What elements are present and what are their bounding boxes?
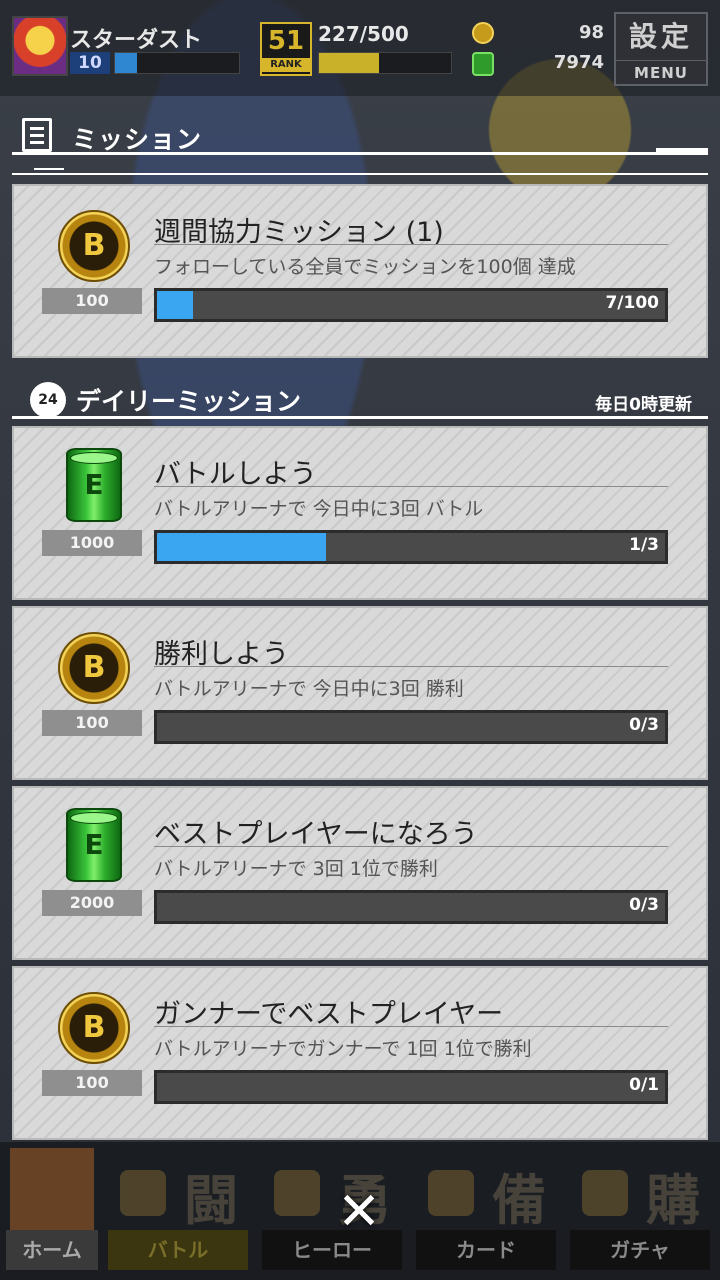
coin-icon xyxy=(472,22,494,44)
divider xyxy=(12,416,708,419)
title-underline xyxy=(154,846,668,847)
divider xyxy=(12,173,708,175)
mission-progress-bar: 0/3 xyxy=(154,710,668,744)
coin-count: 98 xyxy=(578,22,604,43)
status-bar: スターダスト 10 51 RANK 227/500 98 7974 設定 MEN… xyxy=(0,0,720,96)
coin-icon xyxy=(58,992,130,1064)
daily-reset-note: 毎日0時更新 xyxy=(595,395,692,415)
home-return-icon xyxy=(10,1148,94,1232)
player-name: スターダスト xyxy=(70,28,203,53)
nav-label: バトル xyxy=(108,1230,248,1270)
mission-description: バトルアリーナで 3回 1位で勝利 xyxy=(154,858,438,880)
mission-description: バトルアリーナで 今日中に3回 勝利 xyxy=(154,678,464,700)
rank-number: 51 xyxy=(267,26,305,56)
daily-mission-card[interactable]: 100 ガンナーでベストプレイヤー バトルアリーナでガンナーで 1回 1位で勝利… xyxy=(12,966,708,1140)
title-underline xyxy=(154,1026,668,1027)
daily-mission-card[interactable]: 1000 バトルしよう バトルアリーナで 今日中に3回 バトル 1/3 xyxy=(12,426,708,600)
progress-text: 7/100 xyxy=(605,293,659,313)
nav-home[interactable]: ホーム xyxy=(6,1146,98,1276)
mission-section-header: ミッション xyxy=(0,112,720,178)
mission-progress-bar: 0/3 xyxy=(154,890,668,924)
daily-title: デイリーミッション xyxy=(76,387,302,416)
reward-amount: 100 xyxy=(42,1070,142,1096)
progress-text: 0/1 xyxy=(629,1075,659,1095)
progress-text: 1/3 xyxy=(629,535,659,555)
exp-bar-fill xyxy=(115,53,138,73)
reward-amount: 1000 xyxy=(42,530,142,556)
weekly-mission-card[interactable]: 100 週間協力ミッション (1) フォローしている全員でミッションを100個 … xyxy=(12,184,708,358)
progress-fill xyxy=(157,533,327,561)
stamina-bar xyxy=(318,52,452,74)
menu-kanji: 設定 xyxy=(628,20,693,53)
divider-accent xyxy=(34,168,64,170)
exp-bar xyxy=(114,52,240,74)
nav-label: ホーム xyxy=(6,1230,98,1270)
daily-mission-card[interactable]: 100 勝利しよう バトルアリーナで 今日中に3回 勝利 0/3 xyxy=(12,606,708,780)
nav-label: カード xyxy=(416,1230,556,1270)
close-button[interactable]: ✕ xyxy=(333,1186,385,1238)
mission-progress-bar: 7/100 xyxy=(154,288,668,322)
stamina-bar-fill xyxy=(319,53,379,73)
daily-mission-card[interactable]: 2000 ベストプレイヤーになろう バトルアリーナで 3回 1位で勝利 0/3 xyxy=(12,786,708,960)
menu-label: MENU xyxy=(616,60,706,85)
reward-amount: 2000 xyxy=(42,890,142,916)
coin-icon xyxy=(58,210,130,282)
reward-amount: 100 xyxy=(42,288,142,314)
mission-description: バトルアリーナで 今日中に3回 バトル xyxy=(154,498,484,520)
rank-badge: 51 RANK xyxy=(260,22,312,76)
coin-icon xyxy=(58,632,130,704)
document-icon xyxy=(22,118,52,152)
barrel-count: 7974 xyxy=(553,52,604,73)
title-underline xyxy=(154,244,668,245)
card-icon: 備 xyxy=(418,1148,554,1232)
mission-description: バトルアリーナでガンナーで 1回 1位で勝利 xyxy=(154,1038,532,1060)
progress-text: 0/3 xyxy=(629,715,659,735)
reward-amount: 100 xyxy=(42,710,142,736)
stamina-text: 227/500 xyxy=(318,22,409,46)
barrel-icon xyxy=(472,52,494,76)
divider-tab xyxy=(656,148,708,155)
nav-gacha[interactable]: 購 ガチャ xyxy=(566,1146,714,1276)
section-title: ミッション xyxy=(72,125,203,154)
refresh-24-icon: 24 xyxy=(30,382,66,418)
player-avatar[interactable] xyxy=(12,16,68,76)
nav-label: ガチャ xyxy=(570,1230,710,1270)
daily-mission-header: 24 デイリーミッション 毎日0時更新 xyxy=(0,378,720,422)
divider xyxy=(12,152,708,155)
gamepad-icon: 闘 xyxy=(110,1148,246,1232)
title-underline xyxy=(154,666,668,667)
gacha-icon: 購 xyxy=(572,1148,708,1232)
progress-fill xyxy=(157,291,193,319)
barrel-icon xyxy=(66,808,122,882)
nav-battle[interactable]: 闘 バトル xyxy=(104,1146,252,1276)
mission-description: フォローしている全員でミッションを100個 達成 xyxy=(154,256,576,278)
nav-card[interactable]: 備 カード xyxy=(412,1146,560,1276)
level-badge: 10 xyxy=(70,52,110,74)
mission-progress-bar: 0/1 xyxy=(154,1070,668,1104)
title-underline xyxy=(154,486,668,487)
mission-progress-bar: 1/3 xyxy=(154,530,668,564)
barrel-icon xyxy=(66,448,122,522)
progress-text: 0/3 xyxy=(629,895,659,915)
settings-menu-button[interactable]: 設定 MENU xyxy=(614,12,708,86)
rank-label: RANK xyxy=(262,58,310,72)
